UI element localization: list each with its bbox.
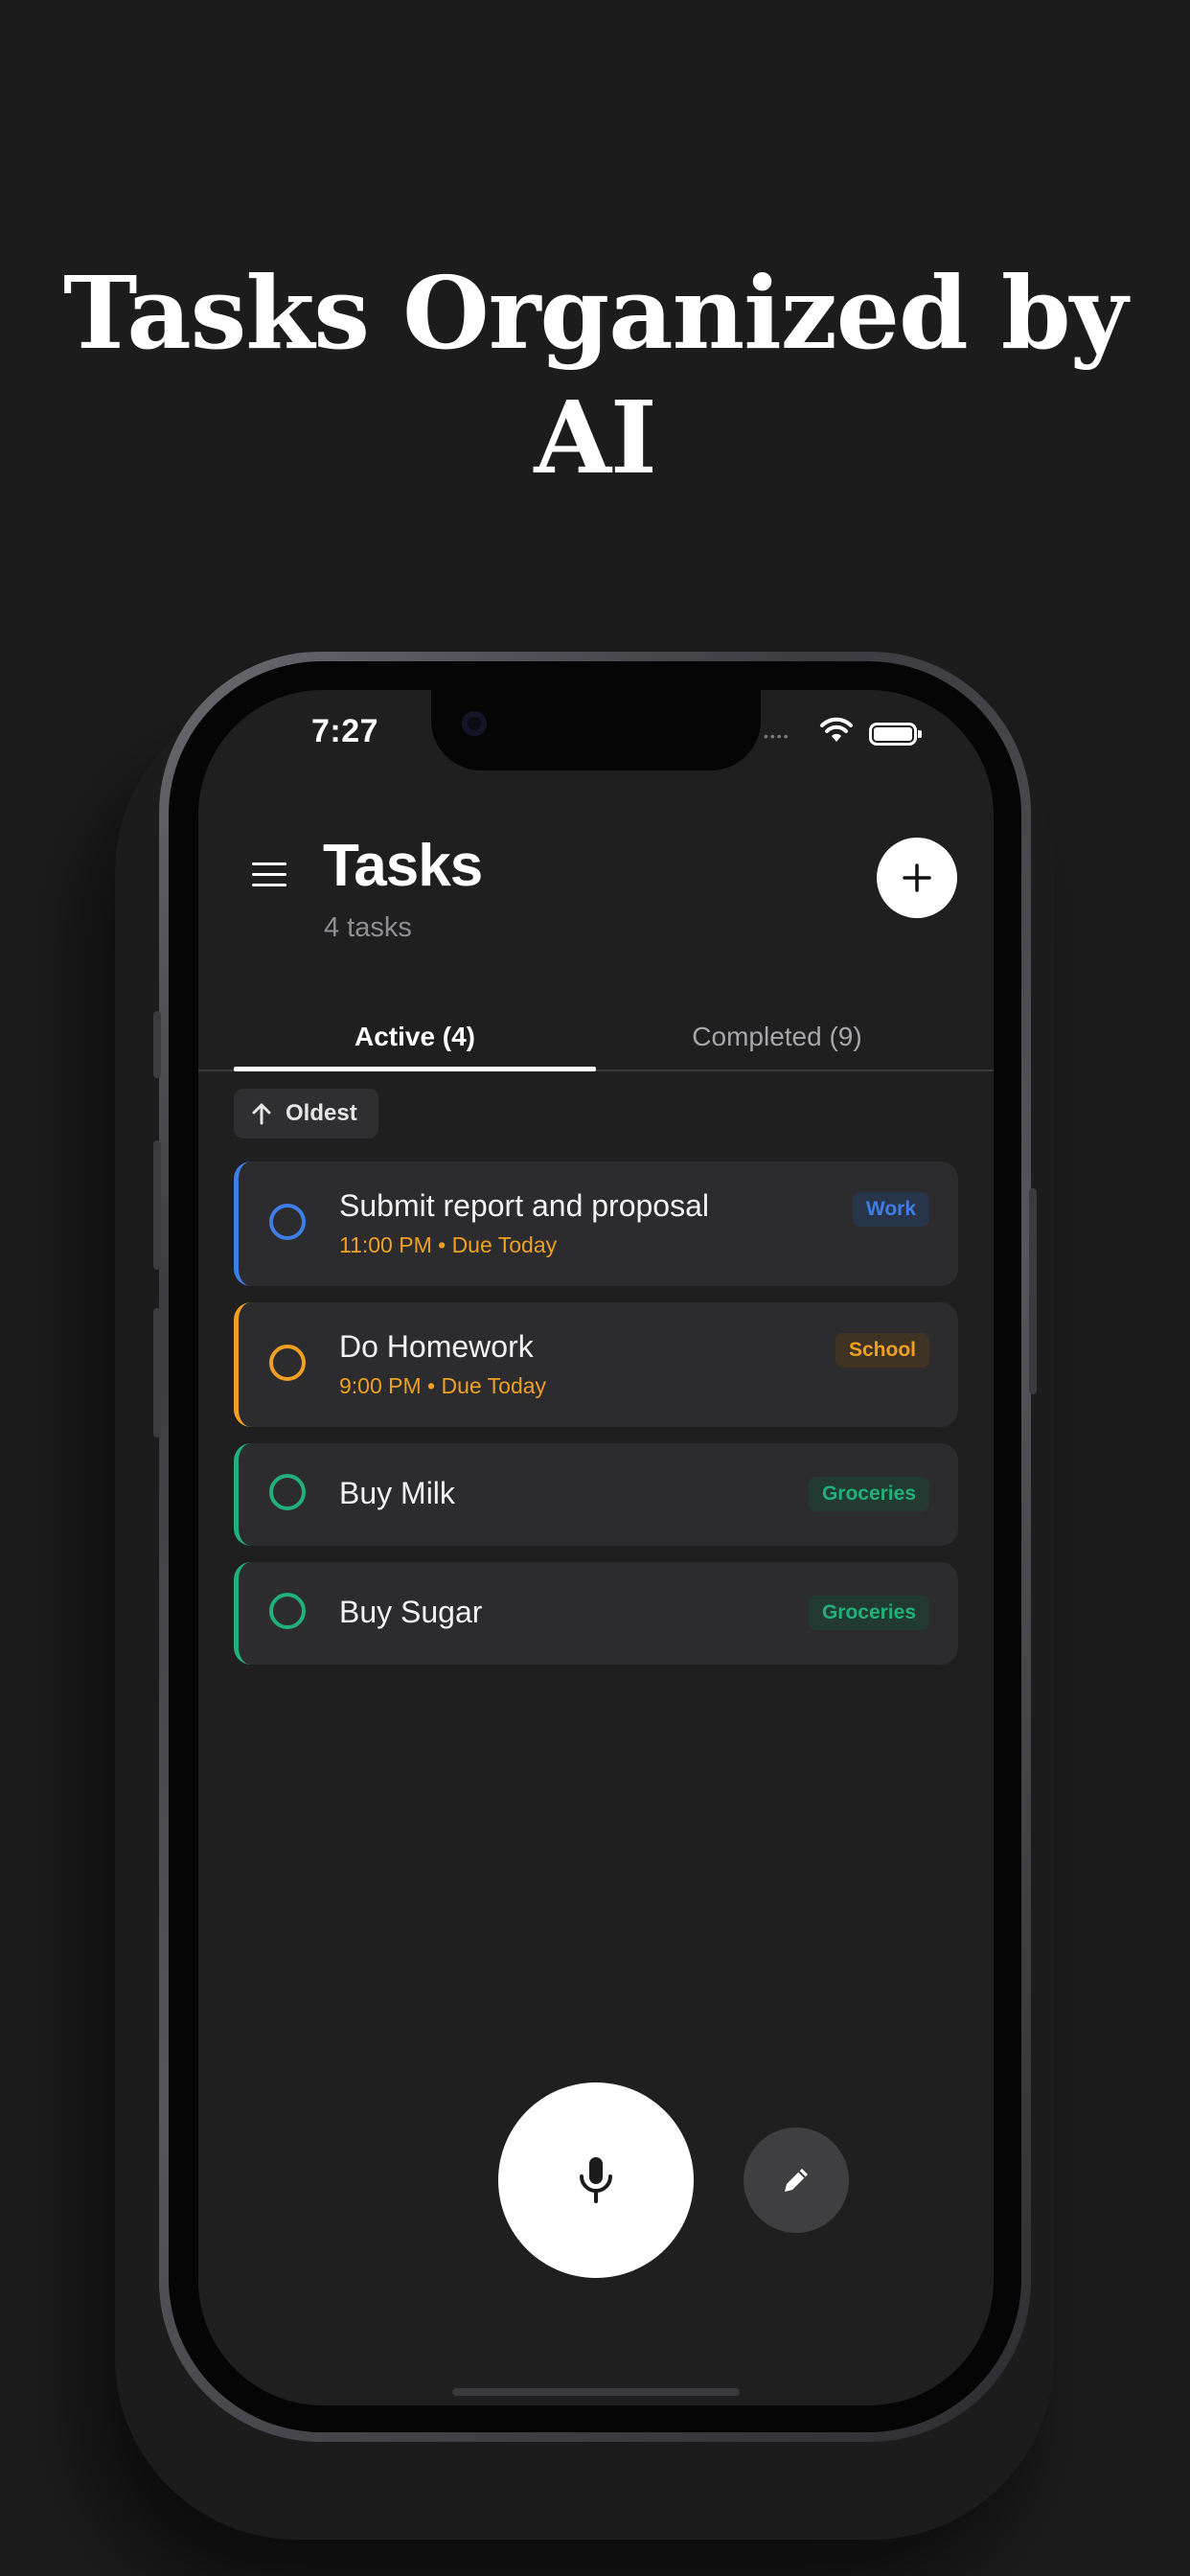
hamburger-menu-icon[interactable] [252,862,286,887]
active-tab-indicator [234,1067,596,1071]
page-title: Tasks [323,833,483,899]
tab-completed[interactable]: Completed (9) [596,1006,958,1068]
task-checkbox[interactable] [269,1345,306,1381]
task-list: Submit report and proposal 11:00 PM • Du… [234,1162,958,1681]
notch [431,690,761,770]
volume-up-button [153,1140,161,1270]
power-button [1029,1188,1037,1394]
task-title: Buy Sugar [339,1595,483,1629]
task-title: Do Homework [339,1329,534,1364]
task-tag[interactable]: Groceries [808,1596,929,1630]
task-title: Submit report and proposal [339,1188,709,1223]
manual-entry-button[interactable] [744,2128,849,2233]
task-checkbox[interactable] [269,1204,306,1240]
task-tag[interactable]: School [835,1333,929,1368]
task-card[interactable]: Buy Milk Groceries [234,1443,958,1546]
tab-active[interactable]: Active (4) [234,1006,596,1068]
silent-switch [153,1011,161,1078]
hero-title: Tasks Organized by AI [62,254,1128,496]
volume-down-button [153,1308,161,1438]
front-camera [462,711,487,736]
sort-label: Oldest [286,1100,357,1126]
wifi-icon [820,717,853,742]
phone-screen: 7:27 •••• Tasks 4 tasks Active (4) Compl… [198,690,994,2405]
voice-input-button[interactable] [498,2082,694,2278]
task-tag[interactable]: Work [852,1192,929,1227]
task-title: Buy Milk [339,1476,455,1510]
home-indicator [452,2388,740,2396]
task-due: 11:00 PM • Due Today [339,1232,558,1257]
task-due: 9:00 PM • Due Today [339,1373,547,1398]
plus-icon [903,863,931,892]
cellular-signal-icon: •••• [764,728,790,744]
microphone-icon [580,2157,612,2203]
task-card[interactable]: Buy Sugar Groceries [234,1562,958,1665]
task-card[interactable]: Submit report and proposal 11:00 PM • Du… [234,1162,958,1286]
battery-icon [869,723,922,746]
task-checkbox[interactable] [269,1474,306,1510]
pencil-icon [785,2169,808,2192]
status-time: 7:27 [311,713,379,749]
sort-button[interactable]: Oldest [234,1089,378,1138]
arrow-up-icon [252,1103,271,1125]
task-count: 4 tasks [324,912,412,943]
task-tag[interactable]: Groceries [808,1477,929,1511]
add-task-button[interactable] [877,838,957,918]
task-checkbox[interactable] [269,1593,306,1629]
task-card[interactable]: Do Homework 9:00 PM • Due Today School [234,1302,958,1427]
